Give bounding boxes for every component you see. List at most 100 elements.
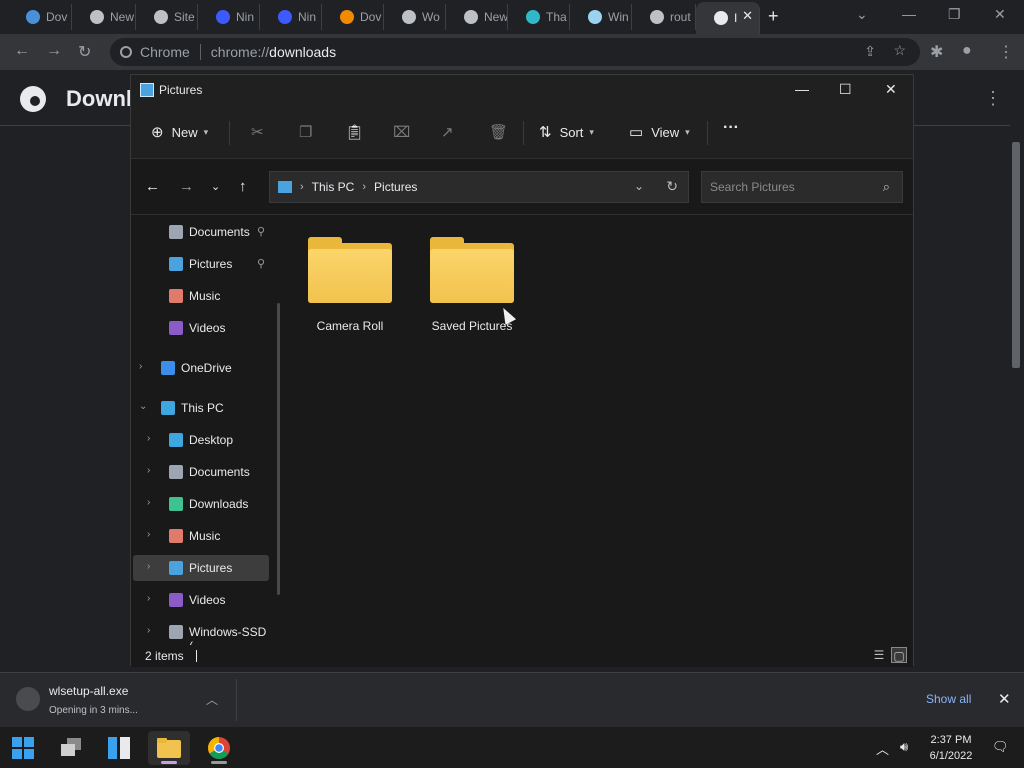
refresh-icon[interactable]: ↻ — [666, 178, 678, 195]
sidebar-item[interactable]: › OneDrive — [133, 355, 269, 381]
show-all-button[interactable]: Show all — [926, 692, 971, 706]
minimize-button[interactable]: — — [795, 81, 809, 97]
close-button[interactable]: ✕ — [885, 81, 897, 98]
close-icon[interactable]: ✕ — [998, 690, 1011, 708]
search-input[interactable]: Search Pictures ⌕ — [701, 171, 903, 203]
breadcrumb-pictures[interactable]: Pictures — [374, 180, 417, 194]
chrome-menu-icon[interactable]: ⋮ — [998, 42, 1014, 62]
file-explorer-taskbar-button[interactable] — [148, 731, 190, 765]
rename-icon[interactable]: ⌧ — [393, 123, 410, 141]
bookmark-star-icon[interactable]: ☆ — [893, 42, 906, 59]
browser-tab[interactable]: New — [446, 4, 508, 30]
scrollbar-thumb[interactable] — [1012, 142, 1020, 368]
browser-tab[interactable]: Dov — [8, 4, 72, 30]
task-view-button[interactable] — [50, 731, 92, 765]
chevron-right-icon[interactable]: › — [147, 497, 150, 508]
browser-tab[interactable]: rout — [632, 4, 696, 30]
share-icon[interactable]: ↗ — [441, 123, 454, 141]
omnibox[interactable]: Chrome chrome://downloads ⇪ ☆ — [110, 38, 920, 66]
chevron-right-icon[interactable]: › — [147, 529, 150, 540]
paste-icon[interactable]: 📋︎ — [345, 123, 364, 141]
delete-icon[interactable]: 🗑︎ — [489, 123, 508, 141]
clock-date: 6/1/2022 — [929, 750, 973, 762]
browser-tab[interactable]: Nin — [260, 4, 322, 30]
chevron-right-icon[interactable]: › — [147, 561, 150, 572]
browser-tab[interactable]: Tha — [508, 4, 570, 30]
chevron-up-icon[interactable]: ︿ — [206, 691, 218, 708]
browser-tab[interactable]: Site — [136, 4, 198, 30]
view-label: View — [651, 124, 680, 140]
sort-button[interactable]: ⇅ Sort ▾ — [539, 123, 594, 141]
pictures-icon — [169, 561, 183, 575]
chevron-right-icon[interactable]: › — [147, 433, 150, 444]
close-button[interactable]: ✕ — [994, 6, 1006, 23]
forward-arrow-icon[interactable]: → — [46, 42, 62, 60]
page-scrollbar[interactable] — [1010, 130, 1022, 670]
view-button[interactable]: ▭ View ▾ — [629, 123, 690, 141]
notification-icon[interactable]: 🗨︎ — [992, 739, 1009, 755]
taskbar: ︿ 🔊︎ 2:37 PM 6/1/2022 🗨︎ — [0, 726, 1024, 768]
sidebar-item[interactable]: ›Windows-SSD ( — [133, 619, 269, 653]
sidebar-item[interactable]: Music — [133, 283, 269, 309]
search-placeholder: Search Pictures — [710, 180, 795, 194]
back-arrow-icon[interactable]: ← — [145, 178, 160, 195]
sidebar-item[interactable]: ⌄ This PC — [133, 395, 269, 421]
chevron-down-icon[interactable]: ⌄ — [139, 401, 147, 412]
profile-icon[interactable]: ● — [962, 42, 972, 60]
browser-tab[interactable]: Nin — [198, 4, 260, 30]
new-tab-button[interactable]: + — [768, 6, 779, 27]
address-dropdown-icon[interactable]: ⌄ — [634, 179, 644, 193]
share-icon[interactable]: ⇪ — [864, 43, 876, 60]
see-more-icon[interactable]: ··· — [723, 119, 739, 137]
browser-tab[interactable]: I ✕ — [696, 2, 760, 34]
details-view-icon[interactable]: ☰ — [871, 647, 887, 663]
maximize-button[interactable]: ☐ — [839, 81, 852, 98]
clock[interactable]: 2:37 PM 6/1/2022 — [928, 732, 974, 764]
sidebar-item[interactable]: › Desktop — [133, 427, 269, 453]
chevron-right-icon[interactable]: › — [147, 593, 150, 604]
sidebar-item[interactable]: › Documents — [133, 459, 269, 485]
widgets-button[interactable] — [98, 731, 140, 765]
folder-item[interactable]: Saved Pictures — [407, 233, 517, 343]
recent-locations-icon[interactable]: ⌄ — [211, 180, 220, 193]
new-button[interactable]: ⊕ New ▾ — [151, 123, 208, 141]
back-arrow-icon[interactable]: ← — [14, 42, 30, 60]
more-options-icon[interactable]: ⋮ — [984, 88, 1002, 109]
up-arrow-icon[interactable]: ↑ — [239, 178, 247, 195]
extensions-icon[interactable]: ✱ — [930, 42, 943, 62]
start-button[interactable] — [2, 731, 44, 765]
sidebar-scrollbar[interactable] — [277, 303, 280, 595]
restore-button[interactable]: ❐ — [948, 6, 961, 23]
address-bar[interactable]: › This PC › Pictures ⌄ ↻ — [269, 171, 689, 203]
browser-tab[interactable]: Wo — [384, 4, 446, 30]
sidebar-item[interactable]: › Videos — [133, 587, 269, 613]
forward-arrow-icon[interactable]: → — [179, 178, 194, 195]
chevron-right-icon[interactable]: › — [147, 625, 150, 636]
volume-icon[interactable]: 🔊︎ — [900, 739, 908, 755]
chevron-right-icon[interactable]: › — [139, 361, 142, 372]
download-filename[interactable]: wlsetup-all.exe — [49, 684, 128, 698]
breadcrumb-this-pc[interactable]: This PC — [312, 180, 355, 194]
browser-tab[interactable]: Win — [570, 4, 632, 30]
sidebar-item[interactable]: Videos — [133, 315, 269, 341]
chevron-right-icon[interactable]: › — [147, 465, 150, 476]
sidebar-item[interactable]: › Pictures — [133, 555, 269, 581]
copy-icon[interactable]: ❐ — [299, 123, 312, 141]
tiles-view-icon[interactable]: ▢ — [891, 647, 907, 663]
sidebar-item[interactable]: Pictures ⚲ — [133, 251, 269, 277]
ninite-icon — [278, 10, 292, 24]
chrome-taskbar-button[interactable] — [198, 731, 240, 765]
tab-search-icon[interactable]: ⌄ — [856, 6, 868, 23]
reload-icon[interactable]: ↻ — [78, 42, 91, 62]
minimize-button[interactable]: — — [902, 6, 916, 22]
sidebar-item[interactable]: Documents ⚲ — [133, 219, 269, 245]
folder-item[interactable]: Camera Roll — [285, 233, 395, 343]
running-indicator — [211, 761, 227, 764]
browser-tab[interactable]: New — [72, 4, 136, 30]
sidebar-item[interactable]: › Downloads — [133, 491, 269, 517]
sidebar-item[interactable]: › Music — [133, 523, 269, 549]
cut-icon[interactable]: ✂ — [251, 123, 264, 141]
browser-tab[interactable]: Dov — [322, 4, 384, 30]
close-tab-icon[interactable]: ✕ — [742, 8, 753, 24]
chevron-up-icon[interactable]: ︿ — [876, 739, 889, 758]
